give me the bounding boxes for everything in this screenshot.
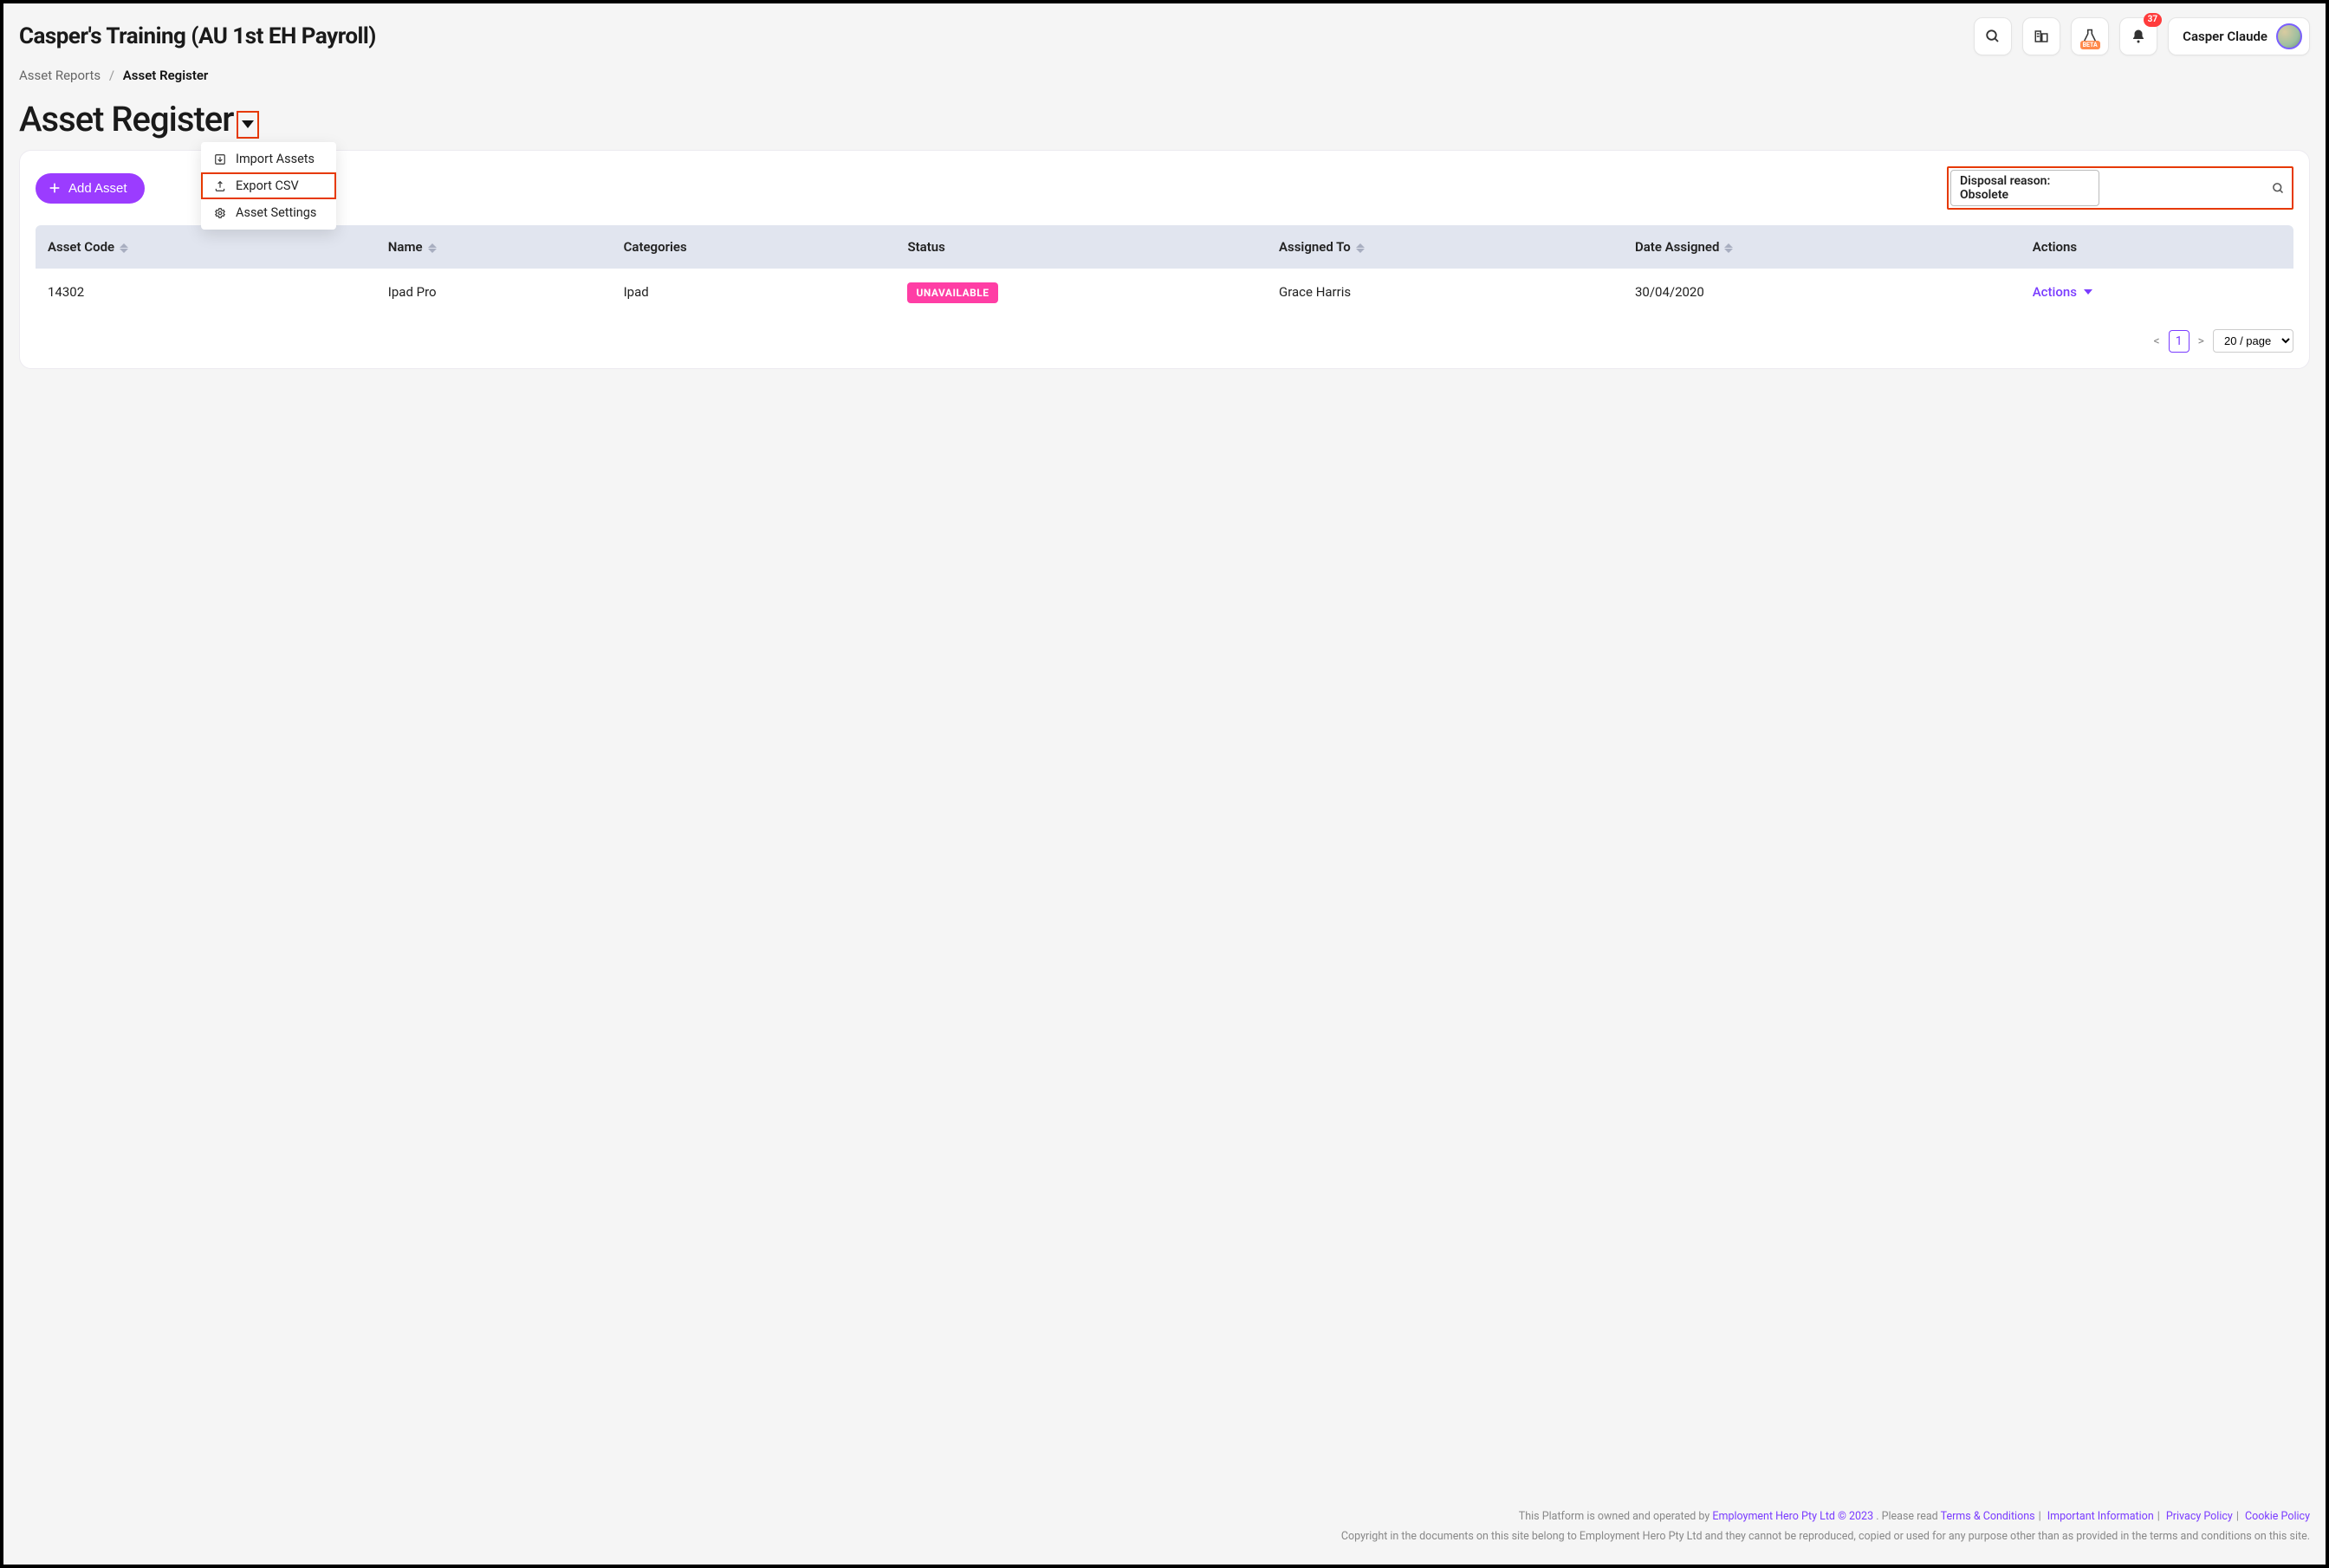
bell-icon (2131, 29, 2146, 44)
caret-down-icon (242, 120, 254, 128)
building-icon (2034, 29, 2049, 44)
pager-next[interactable]: > (2198, 334, 2204, 348)
cell-categories: Ipad (612, 269, 896, 315)
gear-icon (213, 206, 227, 220)
breadcrumb-separator: / (109, 68, 114, 83)
menu-item-label: Import Assets (236, 152, 315, 166)
global-search-button[interactable] (1974, 17, 2012, 55)
footer-text: This Platform is owned and operated by (1519, 1510, 1713, 1523)
search-input[interactable] (2099, 178, 2267, 198)
menu-item-label: Export CSV (236, 178, 299, 193)
footer-link-terms[interactable]: Terms & Conditions (1941, 1510, 2035, 1523)
asset-table: Asset Code Name Categories Status Assign… (36, 225, 2293, 315)
menu-item-asset-settings[interactable]: Asset Settings (201, 199, 336, 226)
active-filter-pill[interactable]: Disposal reason: Obsolete (1950, 170, 2099, 206)
col-date-assigned[interactable]: Date Assigned (1623, 225, 2021, 269)
search-icon (2272, 182, 2285, 195)
breadcrumb-current: Asset Register (123, 68, 209, 83)
page-size-select[interactable]: 20 / page (2213, 329, 2293, 353)
col-asset-code[interactable]: Asset Code (36, 225, 376, 269)
page-menu-trigger[interactable] (237, 111, 259, 139)
caret-down-icon (2084, 289, 2092, 295)
pager-current-page[interactable]: 1 (2169, 330, 2190, 353)
user-menu[interactable]: Casper Claude (2168, 17, 2310, 55)
asset-register-card: Add Asset Disposal reason: Obsolete Asse… (19, 150, 2310, 369)
col-assigned-to[interactable]: Assigned To (1267, 225, 1623, 269)
sort-icon (120, 243, 128, 253)
col-status[interactable]: Status (895, 225, 1267, 269)
breadcrumb-parent[interactable]: Asset Reports (19, 68, 101, 83)
col-actions: Actions (2021, 225, 2293, 269)
sort-icon (1724, 243, 1733, 253)
notification-count-badge: 37 (2144, 13, 2162, 27)
col-categories[interactable]: Categories (612, 225, 896, 269)
org-switcher-button[interactable] (2022, 17, 2060, 55)
footer-owner-link[interactable]: Employment Hero Pty Ltd © 2023 (1712, 1510, 1873, 1523)
search-filter-wrap: Disposal reason: Obsolete (1947, 166, 2293, 210)
breadcrumb: Asset Reports / Asset Register (3, 64, 2326, 99)
import-icon (213, 152, 227, 166)
status-badge: UNAVAILABLE (907, 282, 997, 303)
table-row: 14302 Ipad Pro Ipad UNAVAILABLE Grace Ha… (36, 269, 2293, 315)
menu-item-export-csv[interactable]: Export CSV (201, 172, 336, 199)
sort-icon (1356, 243, 1365, 253)
org-title: Casper's Training (AU 1st EH Payroll) (19, 23, 376, 49)
add-asset-label: Add Asset (68, 181, 127, 196)
cell-assigned-to: Grace Harris (1267, 269, 1623, 315)
cell-asset-code: 14302 (36, 269, 376, 315)
labs-button[interactable]: BETA (2071, 17, 2109, 55)
menu-item-label: Asset Settings (236, 205, 316, 220)
page-menu-dropdown: Import Assets Export CSV Asset Settings (201, 142, 336, 230)
footer-link-important[interactable]: Important Information (2047, 1510, 2154, 1523)
notifications-button[interactable]: 37 (2119, 17, 2157, 55)
footer-copyright: Copyright in the documents on this site … (19, 1526, 2310, 1547)
header-actions: BETA 37 Casper Claude (1974, 17, 2310, 55)
cell-status: UNAVAILABLE (895, 269, 1267, 315)
page-title: Asset Register (19, 99, 233, 139)
avatar (2276, 23, 2302, 49)
footer: This Platform is owned and operated by E… (3, 1489, 2326, 1565)
add-asset-button[interactable]: Add Asset (36, 173, 145, 204)
export-icon (213, 179, 227, 193)
search-icon (1985, 29, 2001, 44)
pager-prev[interactable]: < (2154, 334, 2160, 348)
footer-link-cookie[interactable]: Cookie Policy (2245, 1510, 2310, 1523)
plus-icon (48, 181, 62, 195)
footer-text: . Please read (1876, 1510, 1940, 1523)
row-actions-menu[interactable]: Actions (2033, 284, 2281, 300)
menu-item-import-assets[interactable]: Import Assets (201, 146, 336, 172)
cell-date-assigned: 30/04/2020 (1623, 269, 2021, 315)
footer-link-privacy[interactable]: Privacy Policy (2166, 1510, 2233, 1523)
user-name: Casper Claude (2183, 29, 2267, 44)
sort-icon (428, 243, 437, 253)
pagination: < 1 > 20 / page (36, 329, 2293, 353)
beta-badge: BETA (2080, 41, 2100, 49)
col-name[interactable]: Name (376, 225, 612, 269)
cell-name: Ipad Pro (376, 269, 612, 315)
search-submit-icon[interactable] (2272, 182, 2285, 195)
